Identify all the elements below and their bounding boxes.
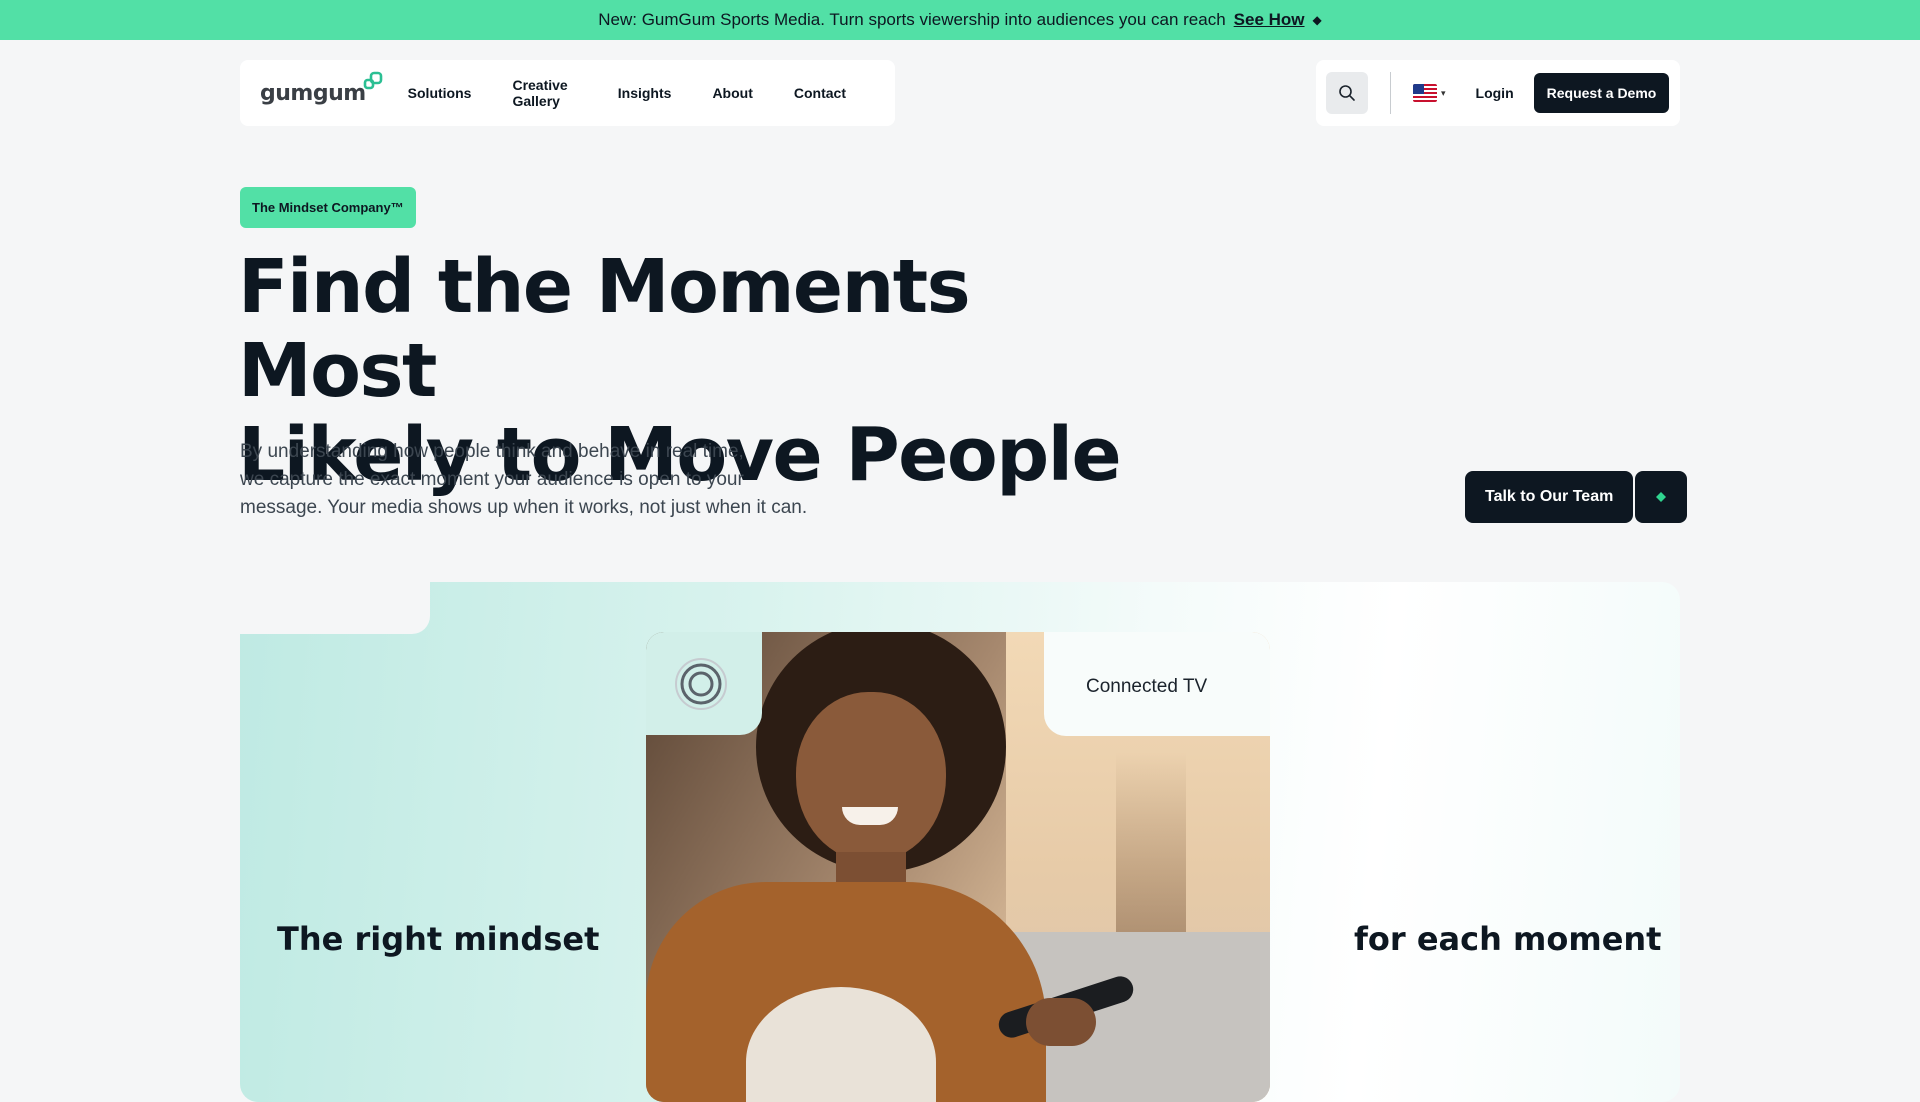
photo-face	[796, 692, 946, 862]
search-button[interactable]	[1326, 72, 1368, 114]
logo-text: gumgum	[260, 80, 366, 106]
us-flag-icon	[1413, 84, 1437, 102]
logo-mark-icon	[363, 71, 382, 89]
subtext-line-3: message. Your media shows up when it wor…	[240, 497, 808, 518]
search-icon	[1339, 85, 1355, 101]
headline-line-1: Find the Moments Most	[238, 244, 971, 414]
chevron-down-icon: ▾	[1441, 87, 1446, 98]
login-link[interactable]: Login	[1476, 85, 1514, 101]
hero-subtext: By understanding how people think and be…	[240, 438, 860, 522]
nav-item-contact[interactable]: Contact	[794, 85, 846, 101]
target-icon	[675, 658, 727, 710]
connected-tv-label: Connected TV	[1086, 676, 1208, 697]
nav-divider	[1390, 72, 1391, 114]
mindset-badge: The Mindset Company™	[240, 187, 416, 228]
announcement-text: New: GumGum Sports Media. Turn sports vi…	[598, 10, 1226, 29]
cta-label: Talk to Our Team	[1465, 471, 1634, 523]
subtext-line-1: By understanding how people think and be…	[240, 441, 744, 462]
nav-item-creative-gallery[interactable]: Creative Gallery	[512, 77, 576, 109]
gumgum-logo[interactable]: gumgum	[260, 71, 382, 106]
cta-diamond-button	[1635, 471, 1688, 523]
announcement-bar: New: GumGum Sports Media. Turn sports vi…	[0, 0, 1920, 40]
utility-nav: ▾ Login Request a Demo	[1316, 60, 1680, 126]
diamond-icon	[1656, 492, 1667, 502]
photo-hand	[1026, 998, 1096, 1046]
request-demo-button[interactable]: Request a Demo	[1533, 73, 1670, 113]
nav-item-insights[interactable]: Insights	[618, 85, 672, 101]
language-selector[interactable]: ▾	[1413, 84, 1446, 102]
hero-photo	[646, 632, 1270, 1102]
nav-item-solutions[interactable]: Solutions	[408, 85, 472, 101]
panel-notch	[240, 582, 430, 634]
nav-item-about[interactable]: About	[712, 85, 752, 101]
talk-to-team-button[interactable]: Talk to Our Team	[1465, 471, 1688, 523]
each-moment-text: for each moment	[1354, 920, 1662, 958]
subtext-line-2: we capture the exact moment your audienc…	[240, 469, 744, 490]
right-mindset-text: The right mindset	[277, 920, 600, 958]
main-nav: gumgum Solutions Creative Gallery Insigh…	[240, 60, 895, 126]
showcase-panel: Connected TV The right mindset for each …	[240, 582, 1680, 1102]
see-how-link[interactable]: See How	[1234, 10, 1305, 30]
diamond-icon: ◆	[1312, 13, 1322, 27]
